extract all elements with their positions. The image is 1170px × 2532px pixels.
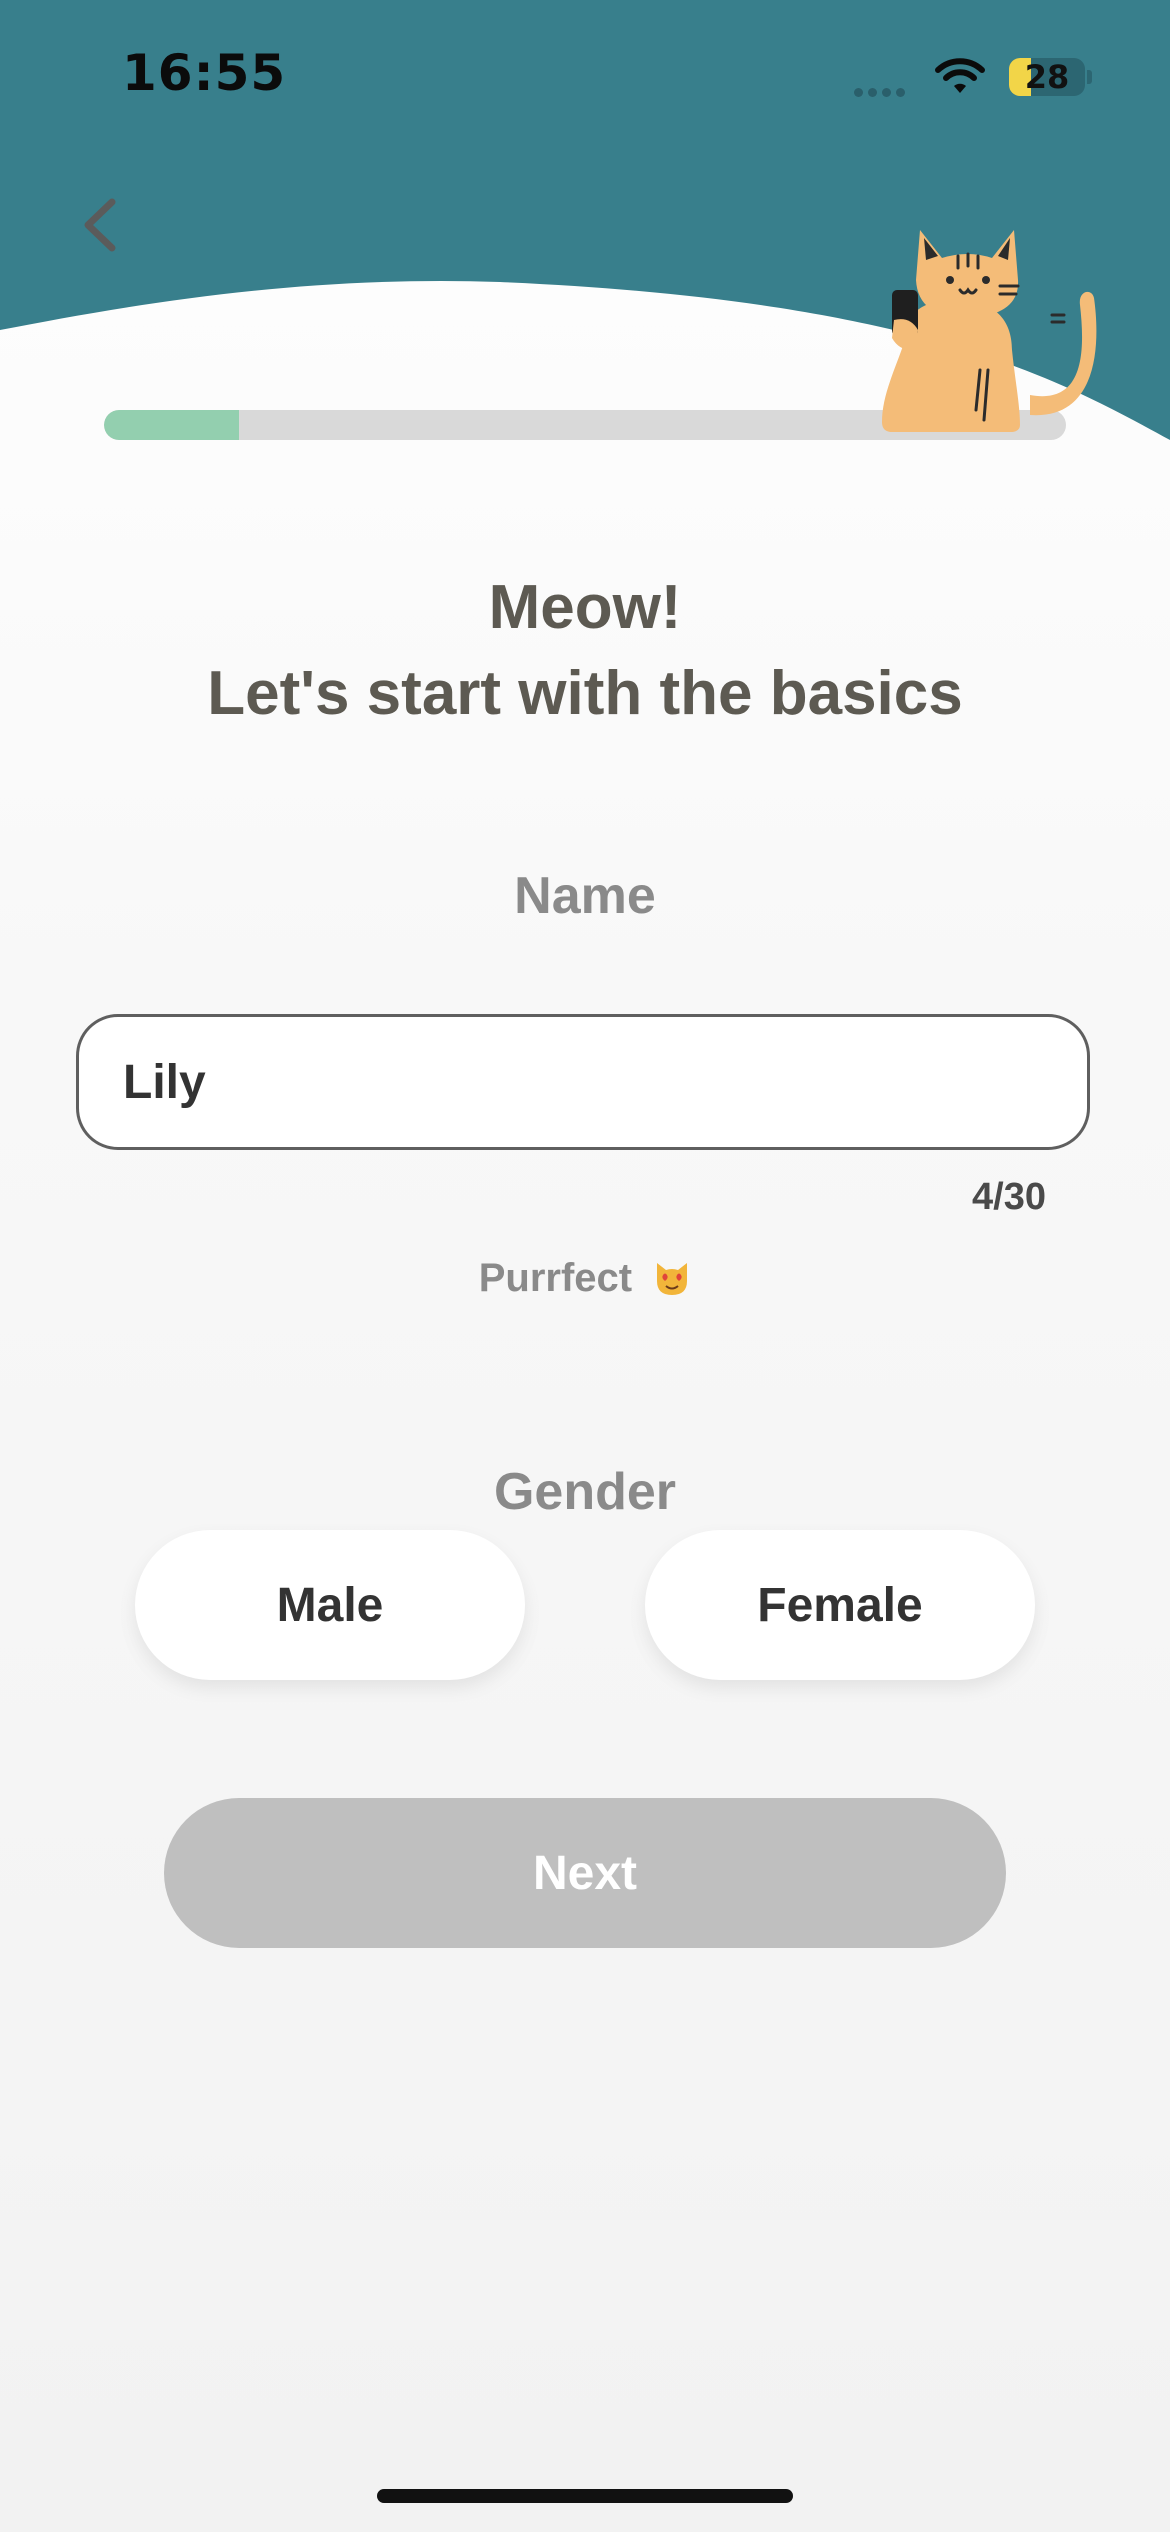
battery-level: 28 (1024, 58, 1070, 96)
home-indicator (377, 2489, 793, 2503)
page-title: Meow! Let's start with the basics (0, 565, 1170, 737)
progress-fill (104, 410, 239, 440)
gender-male-button[interactable]: Male (135, 1530, 525, 1680)
next-button[interactable]: Next (164, 1798, 1006, 1948)
cat-mascot-icon (882, 230, 1097, 432)
name-label: Name (514, 867, 656, 925)
title-line-2: Let's start with the basics (207, 659, 963, 728)
name-input[interactable] (76, 1014, 1090, 1150)
gender-female-button[interactable]: Female (645, 1530, 1035, 1680)
name-hint: Purrfect (0, 1256, 1170, 1301)
wifi-icon (935, 58, 985, 93)
name-hint-text: Purrfect (478, 1256, 633, 1300)
heart-eyes-cat-icon (657, 1263, 688, 1295)
back-chevron-icon[interactable] (70, 190, 130, 260)
gender-label: Gender (493, 1463, 677, 1521)
status-time: 16:55 (122, 44, 287, 102)
battery-tip (1087, 70, 1092, 84)
name-character-counter: 4/30 (972, 1176, 1046, 1218)
battery-icon: 28 (1009, 58, 1085, 96)
title-line-1: Meow! (488, 573, 682, 642)
cellular-signal-icon (854, 84, 910, 102)
